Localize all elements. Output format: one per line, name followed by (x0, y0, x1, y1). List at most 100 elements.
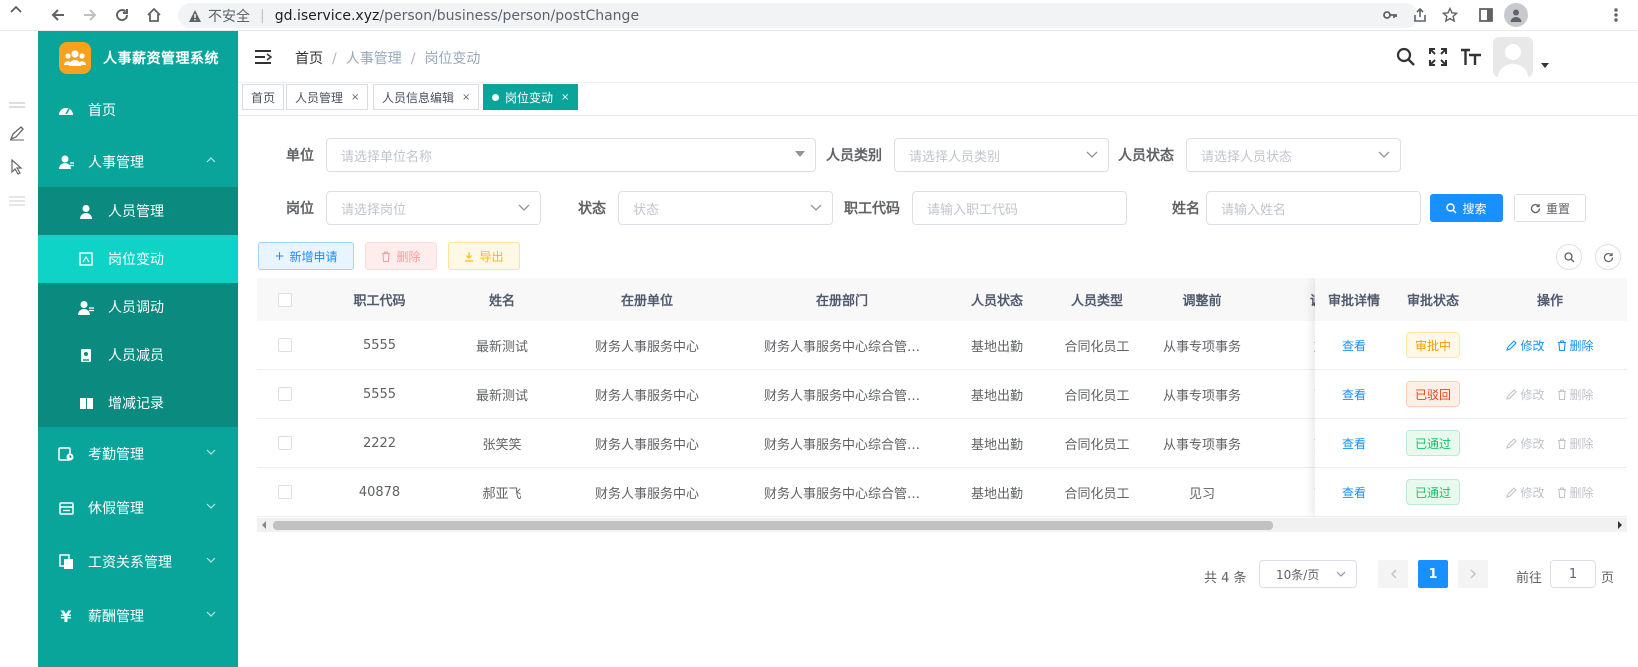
sidebar-item-staff-transfer[interactable]: 人员调动 (38, 283, 238, 331)
cell-before: 从事专项事务 (1162, 437, 1241, 453)
col-approval-detail: 审批详情 (1315, 278, 1393, 321)
search-icon[interactable] (1396, 47, 1416, 67)
approval-status-badge: 已驳回 (1405, 381, 1460, 407)
name-input[interactable]: 请输入姓名 (1206, 191, 1421, 225)
sidebar-item-compensation[interactable]: ¥ 薪酬管理 (38, 591, 238, 641)
sidebar-item-change-records[interactable]: 增减记录 (38, 379, 238, 427)
badge-icon (78, 347, 94, 363)
breadcrumb-home[interactable]: 首页 (295, 51, 323, 67)
breadcrumb-hr[interactable]: 人事管理 (346, 51, 402, 67)
share-icon[interactable] (1410, 5, 1430, 25)
sidebar-item-home[interactable]: 首页 (38, 85, 238, 135)
sidebar-item-leave[interactable]: 休假管理 (38, 483, 238, 533)
page-number-current[interactable]: 1 (1418, 560, 1448, 588)
add-request-button[interactable]: + 新增申请 (258, 242, 354, 270)
view-link[interactable]: 查看 (1342, 484, 1366, 501)
sidebar-item-staff-reduction[interactable]: 人员减员 (38, 331, 238, 379)
scroll-right-icon[interactable] (1617, 521, 1623, 529)
chevron-right-icon (1469, 569, 1477, 579)
state-select[interactable]: 状态 (618, 191, 833, 225)
close-icon[interactable]: × (351, 92, 359, 103)
staff-code-input[interactable]: 请输入职工代码 (912, 191, 1127, 225)
tag-home[interactable]: 首页 (242, 84, 285, 110)
settings-sliders-icon[interactable] (9, 195, 25, 207)
drag-handle-icon[interactable] (9, 102, 25, 108)
sidebar-item-salary-relation[interactable]: 工资关系管理 (38, 537, 238, 587)
row-checkbox[interactable] (257, 370, 312, 418)
row-checkbox[interactable] (257, 468, 312, 516)
bookmark-star-icon[interactable] (1440, 5, 1460, 25)
cell-before: 从事专项事务 (1162, 339, 1241, 355)
chevron-down-icon (1086, 151, 1098, 158)
row-checkbox[interactable] (257, 419, 312, 467)
col-before: 调整前 (1147, 278, 1257, 321)
reset-button[interactable]: 重置 (1514, 194, 1586, 222)
select-all-checkbox[interactable] (257, 278, 312, 321)
goto-page-input[interactable]: 1 (1550, 560, 1596, 588)
delete-button[interactable]: 删除 (365, 242, 437, 270)
search-button[interactable]: 搜索 (1430, 194, 1503, 222)
menu-kebab-icon[interactable] (1606, 5, 1626, 25)
sidepanel-icon[interactable] (1476, 5, 1496, 25)
close-icon[interactable]: × (462, 92, 470, 103)
pen-icon[interactable] (9, 125, 25, 141)
chevron-down-icon (206, 503, 216, 509)
view-link[interactable]: 查看 (1342, 386, 1366, 403)
post-select[interactable]: 请选择岗位 (326, 191, 541, 225)
home-icon[interactable] (144, 5, 164, 25)
total-count: 共 4 条 (1204, 571, 1247, 586)
tag-post-change[interactable]: 岗位变动 × (483, 84, 579, 110)
cell-dept: 财务人事服务中心综合管… (763, 437, 920, 453)
key-icon[interactable] (1380, 5, 1400, 25)
chevron-down-icon (206, 557, 216, 563)
back-icon[interactable] (48, 5, 68, 25)
unit-select[interactable]: 请选择单位名称 (326, 138, 816, 172)
font-size-icon[interactable] (1460, 47, 1482, 67)
cell-code: 5555 (362, 337, 397, 353)
edit-link[interactable]: 修改 (1506, 337, 1545, 354)
app-title: 人事薪资管理系统 (103, 51, 219, 67)
person-category-select[interactable]: 请选择人员类别 (894, 138, 1109, 172)
user-avatar[interactable] (1493, 37, 1533, 77)
sidebar-item-attendance[interactable]: 考勤管理 (38, 429, 238, 479)
view-link[interactable]: 查看 (1342, 435, 1366, 452)
cell-code: 5555 (362, 386, 397, 402)
post-label: 岗位 (286, 201, 314, 217)
caret-down-icon[interactable] (1541, 63, 1549, 68)
refresh-table-button[interactable] (1595, 244, 1621, 270)
horizontal-scrollbar[interactable] (257, 518, 1627, 532)
approval-status-badge: 已通过 (1405, 430, 1460, 456)
row-checkbox[interactable] (257, 321, 312, 369)
address-bar[interactable]: 不安全 | gd.iservice.xyz/person/business/pe… (178, 3, 1418, 28)
next-page-button[interactable] (1458, 560, 1488, 588)
tag-staff-management[interactable]: 人员管理 × (286, 84, 369, 110)
fullscreen-icon[interactable] (1428, 47, 1448, 67)
user-icon (78, 203, 94, 219)
edit-icon (1506, 388, 1518, 400)
view-link[interactable]: 查看 (1342, 337, 1366, 354)
close-icon[interactable]: × (561, 92, 569, 103)
active-dot-icon (492, 93, 499, 101)
reload-icon[interactable] (112, 5, 132, 25)
warning-icon (189, 9, 201, 22)
hamburger-icon[interactable] (254, 49, 272, 65)
person-status-label: 人员状态 (1118, 148, 1174, 164)
person-status-select[interactable]: 请选择人员状态 (1186, 138, 1401, 172)
delete-link[interactable]: 删除 (1557, 337, 1594, 354)
fixed-row: 查看 已通过 修改 删除 (1315, 419, 1627, 468)
page-size-select[interactable]: 10条/页 (1259, 560, 1357, 588)
export-button[interactable]: 导出 (448, 242, 520, 270)
cell-code: 2222 (362, 435, 397, 451)
sidebar-item-staff-management[interactable]: 人员管理 (38, 187, 238, 235)
sidebar-item-hr-management[interactable]: 人事管理 (38, 137, 238, 187)
sidebar-item-post-change[interactable]: 岗位变动 (38, 235, 238, 283)
window-collapse-icon[interactable] (6, 0, 26, 19)
tag-staff-edit[interactable]: 人员信息编辑 × (373, 84, 480, 110)
forward-icon[interactable] (80, 5, 100, 25)
scrollbar-thumb[interactable] (273, 521, 1273, 530)
toggle-search-button[interactable] (1556, 244, 1582, 270)
profile-avatar-icon[interactable] (1504, 3, 1528, 27)
scroll-left-icon[interactable] (261, 521, 267, 529)
cursor-icon[interactable] (10, 159, 24, 175)
prev-page-button[interactable] (1378, 560, 1408, 588)
